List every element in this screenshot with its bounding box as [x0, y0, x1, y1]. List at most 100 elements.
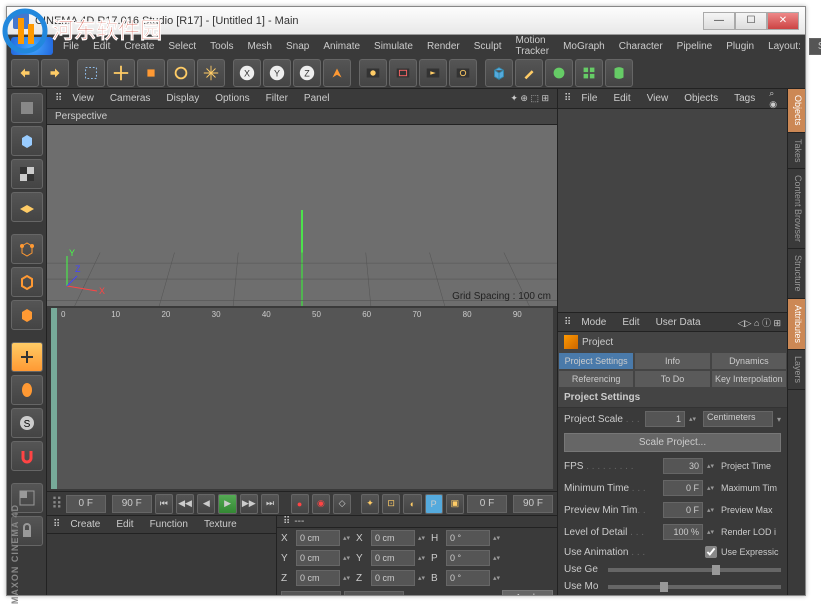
mat-menu-texture[interactable]: Texture: [198, 516, 243, 533]
minimize-button[interactable]: —: [703, 12, 735, 30]
layout-dropdown[interactable]: Startup: [809, 38, 821, 55]
key-rot-button[interactable]: ◐: [403, 494, 421, 514]
obj-menu-edit[interactable]: Edit: [607, 90, 636, 107]
magnet-button[interactable]: [11, 441, 43, 471]
sidetab-attributes[interactable]: Attributes: [788, 299, 805, 350]
key-pos-button[interactable]: ✦: [361, 494, 379, 514]
x-axis-button[interactable]: X: [233, 59, 261, 87]
recent-tool[interactable]: [197, 59, 225, 87]
key-param-button[interactable]: P: [425, 494, 443, 514]
project-scale-unit-dropdown[interactable]: Centimeters: [703, 411, 773, 427]
coord-z-pos[interactable]: [296, 570, 340, 586]
coord-x-scale[interactable]: [371, 530, 415, 546]
sidetab-objects[interactable]: Objects: [788, 89, 805, 133]
obj-menu-tags[interactable]: Tags: [728, 90, 761, 107]
edges-mode-button[interactable]: [11, 267, 43, 297]
tab-referencing[interactable]: Referencing: [558, 370, 634, 388]
use-gen-slider[interactable]: [608, 568, 781, 572]
sidetab-content[interactable]: Content Browser: [788, 169, 805, 249]
menu-mograph[interactable]: MoGraph: [557, 38, 611, 55]
use-animation-checkbox[interactable]: [705, 546, 717, 558]
vp-nav-icons[interactable]: ✦ ⊕ ⬚ ⊞: [510, 93, 549, 104]
polygons-mode-button[interactable]: [11, 300, 43, 330]
texture-mode-button[interactable]: [11, 159, 43, 189]
close-button[interactable]: ✕: [767, 12, 799, 30]
obj-menu-objects[interactable]: Objects: [678, 90, 724, 107]
tab-info[interactable]: Info: [634, 352, 710, 370]
min-time-input[interactable]: [663, 480, 703, 496]
menu-motiontracker[interactable]: Motion Tracker: [510, 32, 556, 60]
play-forward-button[interactable]: ▶: [218, 494, 236, 514]
pen-tool-button[interactable]: [515, 59, 543, 87]
sidetab-takes[interactable]: Takes: [788, 133, 805, 170]
mograph-button[interactable]: [575, 59, 603, 87]
cube-primitive-button[interactable]: [485, 59, 513, 87]
keyframe-sel-button[interactable]: ◇: [333, 494, 351, 514]
menu-simulate[interactable]: Simulate: [368, 38, 419, 55]
attr-menu-userdata[interactable]: User Data: [650, 314, 707, 331]
attr-menu-mode[interactable]: Mode: [575, 314, 612, 331]
menu-render[interactable]: Render: [421, 38, 466, 55]
tab-keyinterp[interactable]: Key Interpolation: [711, 370, 787, 388]
tab-dynamics[interactable]: Dynamics: [711, 352, 787, 370]
tab-todo[interactable]: To Do: [634, 370, 710, 388]
z-axis-button[interactable]: Z: [293, 59, 321, 87]
coord-y-pos[interactable]: [296, 550, 340, 566]
autokey-button[interactable]: ◉: [312, 494, 330, 514]
menu-tools[interactable]: Tools: [204, 38, 239, 55]
coord-p-rot[interactable]: [446, 550, 490, 566]
menu-pipeline[interactable]: Pipeline: [671, 38, 719, 55]
goto-next-key-button[interactable]: ▶▶: [240, 494, 258, 514]
deformer-button[interactable]: [605, 59, 633, 87]
coord-x-pos[interactable]: [296, 530, 340, 546]
goto-start-button[interactable]: ⏮: [155, 494, 173, 514]
preview-min-input[interactable]: [663, 502, 703, 518]
use-mo-slider[interactable]: [608, 585, 781, 589]
project-scale-input[interactable]: [645, 411, 685, 427]
render-settings-button[interactable]: [449, 59, 477, 87]
menu-character[interactable]: Character: [613, 38, 669, 55]
mat-menu-create[interactable]: Create: [64, 516, 106, 533]
vp-menu-display[interactable]: Display: [160, 90, 205, 107]
workplane-button[interactable]: [11, 192, 43, 222]
vp-menu-view[interactable]: View: [66, 90, 100, 107]
play-back-button[interactable]: ◀: [197, 494, 215, 514]
render-view-button[interactable]: [359, 59, 387, 87]
coord-b-rot[interactable]: [446, 570, 490, 586]
mat-menu-function[interactable]: Function: [144, 516, 194, 533]
tweak-button[interactable]: [11, 375, 43, 405]
y-axis-button[interactable]: Y: [263, 59, 291, 87]
coord-y-scale[interactable]: [371, 550, 415, 566]
points-mode-button[interactable]: [11, 234, 43, 264]
vp-menu-panel[interactable]: Panel: [298, 90, 336, 107]
coord-mode-dropdown[interactable]: Scale: [344, 591, 404, 596]
subd-button[interactable]: [545, 59, 573, 87]
vp-menu-cameras[interactable]: Cameras: [104, 90, 157, 107]
menu-mesh[interactable]: Mesh: [242, 38, 278, 55]
tab-project-settings[interactable]: Project Settings: [558, 352, 634, 370]
menu-snap[interactable]: Snap: [280, 38, 315, 55]
viewport-3d[interactable]: Y X Z Grid Spacing : 100 cm: [47, 125, 557, 306]
fps-input[interactable]: [663, 458, 703, 474]
sidetab-layers[interactable]: Layers: [788, 350, 805, 390]
attr-menu-edit[interactable]: Edit: [616, 314, 645, 331]
snap-button[interactable]: S: [11, 408, 43, 438]
render-region-button[interactable]: [389, 59, 417, 87]
time-start-field[interactable]: [66, 495, 106, 513]
mat-menu-edit[interactable]: Edit: [110, 516, 139, 533]
vp-menu-filter[interactable]: Filter: [260, 90, 294, 107]
lod-input[interactable]: [663, 524, 703, 540]
coord-z-scale[interactable]: [371, 570, 415, 586]
key-scale-button[interactable]: ⊡: [382, 494, 400, 514]
record-button[interactable]: ●: [291, 494, 309, 514]
objects-tree[interactable]: [558, 109, 787, 312]
key-pla-button[interactable]: ▣: [446, 494, 464, 514]
coord-h-rot[interactable]: [446, 530, 490, 546]
obj-menu-view[interactable]: View: [641, 90, 675, 107]
maximize-button[interactable]: ☐: [735, 12, 767, 30]
time-ruler[interactable]: 0 10 20 30 40 50 60 70 80 90: [51, 308, 553, 489]
cur-start-field[interactable]: [467, 495, 507, 513]
obj-menu-file[interactable]: File: [575, 90, 603, 107]
scale-project-button[interactable]: Scale Project...: [564, 433, 781, 452]
axis-button[interactable]: [11, 342, 43, 372]
